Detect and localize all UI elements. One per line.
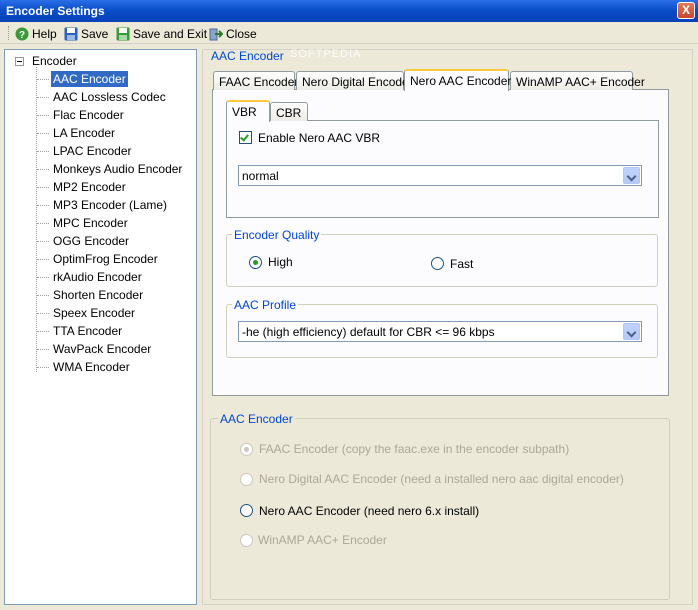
panel-title: AAC Encoder [211,49,284,63]
winamp-aac-plus-label[interactable]: WinAMP AAC+ Encoder [258,533,387,547]
tree-connector [37,349,49,350]
tree-connector [37,79,49,80]
enable-vbr-label[interactable]: Enable Nero AAC VBR [258,131,380,145]
tree-connector [37,259,49,260]
nero-digital-aac-radio[interactable] [240,473,253,486]
svg-text:?: ? [19,30,25,41]
tab-cbr[interactable]: CBR [270,102,308,121]
nero-aac-encoder-radio[interactable] [240,504,253,517]
tree-item-aac-lossless[interactable]: AAC Lossless Codec [51,89,168,105]
help-label: Help [32,26,57,41]
aac-encoder-group-title: AAC Encoder [218,412,295,426]
encoder-tree[interactable]: Encoder AAC Encoder AAC Lossless Codec F… [4,49,197,605]
tree-connector [37,115,49,116]
encoder-quality-title: Encoder Quality [232,228,322,242]
aac-profile-title: AAC Profile [232,298,299,312]
help-icon: ? [15,27,29,41]
tree-connector [37,169,49,170]
close-label: Close [226,26,257,41]
tree-connector [37,241,49,242]
tree-connector [37,205,49,206]
tree-item-mp3-lame[interactable]: MP3 Encoder (Lame) [51,197,169,213]
tree-item-shorten[interactable]: Shorten Encoder [51,287,145,303]
enable-vbr-checkbox[interactable] [239,131,252,144]
window-title-bar[interactable]: Encoder Settings X [0,0,698,22]
tree-item-tta[interactable]: TTA Encoder [51,323,124,339]
save-exit-icon [116,27,130,40]
nero-digital-aac-label[interactable]: Nero Digital AAC Encoder (need a install… [259,472,624,486]
save-and-exit-label: Save and Exit [133,26,208,41]
tree-item-optimfrog[interactable]: OptimFrog Encoder [51,251,160,267]
nero-aac-encoder-label[interactable]: Nero AAC Encoder (need nero 6.x install) [259,504,479,518]
tree-connector [37,97,49,98]
tab-nero-digital-encoder[interactable]: Nero Digital Encoder [296,71,413,90]
save-button[interactable]: Save [64,25,108,42]
vbr-mode-value: normal [242,169,279,183]
faac-encoder-label[interactable]: FAAC Encoder (copy the faac.exe in the e… [259,442,569,456]
tree-item-monkeys-audio[interactable]: Monkeys Audio Encoder [51,161,184,177]
tree-item-wavpack[interactable]: WavPack Encoder [51,341,153,357]
tree-item-wma[interactable]: WMA Encoder [51,359,132,375]
faac-encoder-radio[interactable] [240,443,253,456]
tree-connector [37,295,49,296]
tree-item-flac[interactable]: Flac Encoder [51,107,126,123]
tree-item-aac-encoder[interactable]: AAC Encoder [51,71,128,87]
save-and-exit-button[interactable]: Save and Exit [116,25,207,42]
toolbar: ? Help Save Save and Exit Close [0,22,698,44]
check-mark-icon [240,132,249,142]
quality-high-radio[interactable] [249,256,262,269]
vbr-mode-select[interactable]: normal [238,165,642,186]
tree-item-mp2[interactable]: MP2 Encoder [51,179,128,195]
quality-high-label[interactable]: High [268,255,293,269]
tab-vbr[interactable]: VBR [226,100,270,122]
tree-connector [37,277,49,278]
close-icon [209,28,223,40]
tree-item-speex[interactable]: Speex Encoder [51,305,137,321]
tree-connector [37,313,49,314]
chevron-down-icon[interactable] [623,323,640,340]
tab-winamp-aac-plus-encoder[interactable]: WinAMP AAC+ Encoder [510,71,645,90]
quality-fast-radio[interactable] [431,257,444,270]
window-title: Encoder Settings [6,4,105,18]
tree-item-rkaudio[interactable]: rkAudio Encoder [51,269,144,285]
tree-connector [36,67,37,372]
aac-profile-select[interactable]: -he (high efficiency) default for CBR <=… [238,321,642,342]
tree-connector [37,133,49,134]
save-label: Save [81,26,109,41]
tree-root-encoder[interactable]: Encoder [15,54,77,68]
collapse-icon[interactable] [15,56,24,66]
tab-faac-encoder[interactable]: FAAC Encoder [213,71,298,90]
toolbar-grip[interactable] [8,26,10,40]
chevron-down-icon[interactable] [623,167,640,184]
save-icon [64,27,78,40]
tree-item-mpc[interactable]: MPC Encoder [51,215,130,231]
tree-connector [37,151,49,152]
tree-connector [37,367,49,368]
tree-item-lpac[interactable]: LPAC Encoder [51,143,134,159]
aac-profile-value: -he (high efficiency) default for CBR <=… [242,325,495,339]
tree-item-la[interactable]: LA Encoder [51,125,117,141]
tree-connector [37,331,49,332]
window-close-button[interactable]: X [677,2,695,19]
quality-fast-label[interactable]: Fast [450,257,473,271]
winamp-aac-plus-radio[interactable] [240,534,253,547]
help-button[interactable]: ? Help [15,25,57,42]
tree-item-ogg[interactable]: OGG Encoder [51,233,131,249]
close-button[interactable]: Close [209,25,257,42]
tree-connector [37,223,49,224]
watermark: SOFTPEDIA [290,48,362,60]
tree-root-label: Encoder [32,54,77,68]
tree-connector [37,187,49,188]
tab-nero-aac-encoder[interactable]: Nero AAC Encoder [404,69,511,91]
